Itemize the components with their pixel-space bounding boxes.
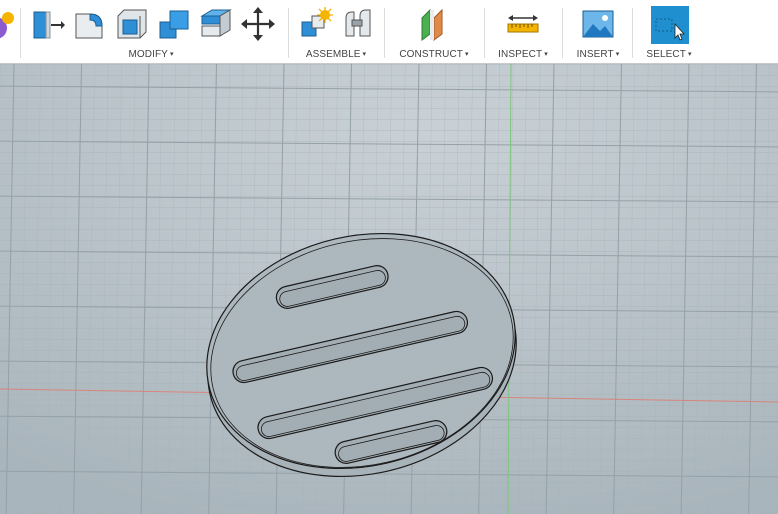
- chevron-down-icon: ▾: [544, 51, 548, 58]
- modify-group: MODIFY ▾: [28, 0, 284, 64]
- create-form-icon[interactable]: [0, 6, 18, 42]
- assemble-label: ASSEMBLE: [305, 49, 361, 60]
- separator: [562, 8, 563, 58]
- separator: [20, 8, 21, 58]
- assemble-menu[interactable]: ASSEMBLE ▾: [296, 49, 376, 60]
- replace-face-icon[interactable]: [198, 6, 234, 42]
- insert-menu[interactable]: INSERT ▾: [568, 49, 628, 60]
- canvas-viewport[interactable]: [0, 64, 778, 514]
- press-pull-icon[interactable]: [30, 6, 66, 42]
- toolbar: MODIFY ▾ ASSEMBLE ▾ CONSTRUCT ▾ INSPECT …: [0, 0, 778, 64]
- fillet-icon[interactable]: [72, 6, 108, 42]
- modify-menu[interactable]: MODIFY ▾: [96, 49, 206, 60]
- modify-label: MODIFY: [128, 49, 168, 60]
- select-label: SELECT: [646, 49, 686, 60]
- select-menu[interactable]: SELECT ▾: [638, 49, 700, 60]
- construct-menu[interactable]: CONSTRUCT ▾: [392, 49, 476, 60]
- separator: [484, 8, 485, 58]
- select-group: SELECT ▾: [638, 0, 700, 64]
- construct-group: CONSTRUCT ▾: [392, 0, 476, 64]
- separator: [384, 8, 385, 58]
- inspect-label: INSPECT: [498, 49, 543, 60]
- chevron-down-icon: ▾: [169, 51, 174, 58]
- separator: [288, 8, 289, 58]
- inspect-menu[interactable]: INSPECT ▾: [490, 49, 556, 60]
- insert-label: INSERT: [576, 49, 614, 60]
- chevron-down-icon: ▾: [687, 51, 692, 58]
- combine-icon[interactable]: [156, 6, 192, 42]
- canvas-svg[interactable]: [0, 64, 778, 514]
- measure-icon[interactable]: [505, 6, 541, 42]
- new-component-icon[interactable]: [298, 6, 334, 42]
- inspect-group: INSPECT ▾: [490, 0, 556, 64]
- select-cursor-icon[interactable]: [651, 6, 689, 44]
- construct-label: CONSTRUCT: [399, 49, 464, 60]
- offset-plane-icon[interactable]: [416, 6, 452, 42]
- move-icon[interactable]: [240, 6, 276, 42]
- assemble-group: ASSEMBLE ▾: [296, 0, 376, 64]
- chevron-down-icon: ▾: [615, 51, 620, 58]
- shell-icon[interactable]: [114, 6, 150, 42]
- chevron-down-icon: ▾: [362, 51, 367, 58]
- insert-group: INSERT ▾: [568, 0, 628, 64]
- separator: [632, 8, 633, 58]
- chevron-down-icon: ▾: [465, 51, 469, 58]
- insert-image-icon[interactable]: [580, 6, 616, 42]
- joint-icon[interactable]: [340, 6, 376, 42]
